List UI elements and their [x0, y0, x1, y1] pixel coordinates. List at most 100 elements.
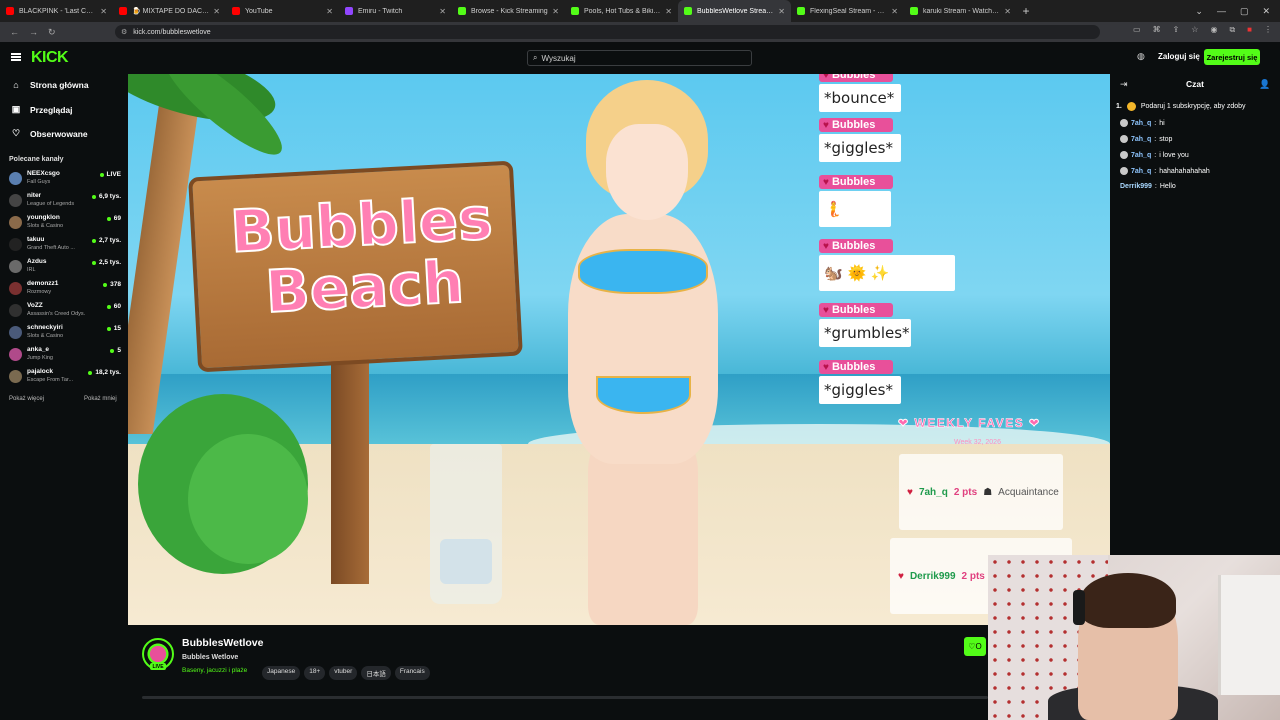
- puzzle-icon[interactable]: ⧉: [1229, 25, 1235, 35]
- browser-toolbar: ← → ↻ ⚙ kick.com/bubbleswetlove ▭ ⌘ ⇪ ☆ …: [0, 22, 1280, 42]
- share-icon[interactable]: ⇪: [1173, 25, 1180, 35]
- stream-tag[interactable]: Francais: [394, 666, 430, 680]
- live-dot-icon: [103, 282, 108, 287]
- browser-tab[interactable]: 🍺 MIXTAPE DO DACHOWAN ✕: [113, 0, 226, 22]
- sidebar-item-home[interactable]: ⌂ Strona główna: [11, 80, 88, 90]
- address-bar[interactable]: ⚙ kick.com/bubbleswetlove: [115, 25, 1100, 39]
- new-tab-icon[interactable]: +: [1017, 0, 1035, 22]
- channel-viewers: 5: [110, 347, 121, 354]
- collapse-chat-icon[interactable]: ⇥: [1120, 79, 1128, 90]
- show-less-link[interactable]: Pokaż mniej: [84, 396, 117, 402]
- tab-close-icon[interactable]: ✕: [552, 7, 559, 16]
- browser-tab[interactable]: Browse - Kick Streaming ✕: [452, 0, 565, 22]
- channel-name: anka_e: [27, 346, 50, 353]
- channel-name: Azdus: [27, 258, 47, 265]
- translate-icon[interactable]: ⌘: [1153, 25, 1161, 35]
- recommended-channel[interactable]: VoZZ Assassin's Creed Odys... 60: [9, 302, 121, 322]
- reload-icon[interactable]: ↻: [48, 27, 56, 38]
- stream-tag[interactable]: 18+: [304, 666, 326, 680]
- browser-tab[interactable]: FlexingSeal Stream - Watch✕: [791, 0, 904, 22]
- fave-card: ♥ 7ah_q 2 pts ☗ Acquaintance: [899, 454, 1063, 530]
- stream-tag[interactable]: 日本語: [361, 666, 391, 680]
- live-dot-icon: [88, 370, 93, 375]
- live-dot-icon: [99, 172, 104, 177]
- tab-close-icon[interactable]: ✕: [326, 7, 333, 16]
- live-dot-icon: [91, 238, 96, 243]
- heart-icon: ♥: [823, 240, 829, 252]
- recommended-channel[interactable]: demonzz1 Rozmowy 378: [9, 280, 121, 300]
- tab-close-icon[interactable]: ✕: [891, 7, 898, 16]
- tab-close-icon[interactable]: ✕: [213, 7, 220, 16]
- recommended-channel[interactable]: anka_e Jump King 5: [9, 346, 121, 366]
- chat-username[interactable]: 7ah_q: [1131, 120, 1151, 127]
- pinned-gift-banner[interactable]: 1. Podaruj 1 subskrypcję, aby zdoby: [1116, 98, 1280, 114]
- maximize-icon[interactable]: ▢: [1240, 6, 1249, 17]
- extension-icon[interactable]: ◉: [1210, 25, 1217, 35]
- chat-username[interactable]: 7ah_q: [1131, 168, 1151, 175]
- search-input[interactable]: ⌕ Wyszukaj: [527, 50, 752, 66]
- show-more-link[interactable]: Pokaż więcej: [9, 396, 44, 402]
- channel-name: NEEXcsgo: [27, 170, 60, 177]
- tab-close-icon[interactable]: ✕: [1004, 7, 1011, 16]
- recommended-channel[interactable]: NEEXcsgo Fall Guys LIVE: [9, 170, 121, 190]
- browser-tab[interactable]: karuki Stream - Watch Live on K ✕: [904, 0, 1017, 22]
- tab-label: karuki Stream - Watch Live on K: [923, 7, 1000, 15]
- login-button[interactable]: Zaloguj się: [1158, 52, 1200, 61]
- sidebar-item-browse[interactable]: ▣ Przeglądaj: [11, 104, 73, 115]
- streamer-name[interactable]: BubblesWetlove: [182, 637, 264, 649]
- browser-tab[interactable]: YouTube ✕: [226, 0, 339, 22]
- site-info-icon[interactable]: ⚙: [121, 28, 127, 36]
- channel-viewers: 2,7 tys.: [91, 237, 121, 244]
- tab-close-icon[interactable]: ✕: [778, 7, 785, 16]
- browser-tab[interactable]: BLACKPINK - 'Last Christmas' Li✕: [0, 0, 113, 22]
- video-player[interactable]: Bubbles Beach ♥ Bubbles *bounce* ♥ Bubbles *g…: [128, 74, 1110, 625]
- user-badge-icon: [1120, 151, 1128, 159]
- menu-toggle-icon[interactable]: [11, 53, 21, 61]
- tab-search-icon[interactable]: ⌄: [1195, 6, 1203, 17]
- chat-message: 7ah_q: i love you: [1120, 151, 1189, 159]
- channel-name: demonzz1: [27, 280, 59, 287]
- browser-tab[interactable]: BubblesWetlove Stream - Watc ✕: [678, 0, 791, 22]
- extension-red-icon[interactable]: ■: [1247, 25, 1252, 35]
- chat-users-icon[interactable]: 👤: [1259, 79, 1270, 90]
- stream-tag[interactable]: vtuber: [329, 666, 358, 680]
- alert-message: *giggles*: [819, 376, 901, 404]
- sign-text: Bubbles Beach: [228, 183, 495, 327]
- bookmark-icon[interactable]: ☆: [1191, 25, 1198, 35]
- follow-button[interactable]: ♡ O: [964, 637, 986, 656]
- stream-category[interactable]: Baseny, jacuzzi i plaże: [182, 667, 247, 674]
- tab-close-icon[interactable]: ✕: [665, 7, 672, 16]
- tab-close-icon[interactable]: ✕: [100, 7, 107, 16]
- heart-icon: ♥: [823, 119, 829, 131]
- menu-icon[interactable]: ⋮: [1264, 25, 1272, 35]
- cast-icon[interactable]: ▭: [1133, 25, 1141, 35]
- recommended-channel[interactable]: pajalock Escape From Tar... 18,2 tys.: [9, 368, 121, 388]
- recommended-channel[interactable]: Azdus IRL 2,5 tys.: [9, 258, 121, 278]
- register-button[interactable]: Zarejestruj się: [1204, 49, 1260, 65]
- channel-category: Grand Theft Auto ...: [27, 245, 75, 251]
- sidebar: ⌂ Strona główna ▣ Przeglądaj ♡ Obserwowa…: [0, 74, 128, 720]
- close-window-icon[interactable]: ✕: [1262, 6, 1270, 17]
- horizontal-scrollbar[interactable]: [142, 696, 988, 699]
- recommended-channel[interactable]: youngklon Slots & Casino 69: [9, 214, 121, 234]
- forward-icon[interactable]: →: [29, 27, 38, 38]
- sidebar-item-label: Przeglądaj: [30, 104, 73, 115]
- channel-avatar: [9, 326, 22, 339]
- alert-name-tag: ♥ Bubbles: [819, 118, 893, 132]
- language-icon[interactable]: ◍: [1137, 51, 1145, 62]
- sidebar-item-following[interactable]: ♡ Obserwowane: [11, 128, 88, 139]
- coin-icon: [1126, 101, 1136, 111]
- tab-close-icon[interactable]: ✕: [439, 7, 446, 16]
- kick-logo[interactable]: KICK: [31, 49, 69, 67]
- chat-username[interactable]: Derrik999: [1120, 183, 1152, 190]
- chat-username[interactable]: 7ah_q: [1131, 136, 1151, 143]
- minimize-icon[interactable]: —: [1217, 6, 1226, 16]
- browser-tab[interactable]: Emiru - Twitch ✕: [339, 0, 452, 22]
- recommended-channel[interactable]: niter League of Legends 6,9 tys.: [9, 192, 121, 212]
- back-icon[interactable]: ←: [10, 27, 19, 38]
- recommended-channel[interactable]: schneckyiri Slots & Casino 15: [9, 324, 121, 344]
- browser-tab[interactable]: Pools, Hot Tubs & Bikinis Strea✕: [565, 0, 678, 22]
- chat-username[interactable]: 7ah_q: [1131, 152, 1151, 159]
- stream-tag[interactable]: Japanese: [262, 666, 301, 680]
- recommended-channel[interactable]: takuu Grand Theft Auto ... 2,7 tys.: [9, 236, 121, 256]
